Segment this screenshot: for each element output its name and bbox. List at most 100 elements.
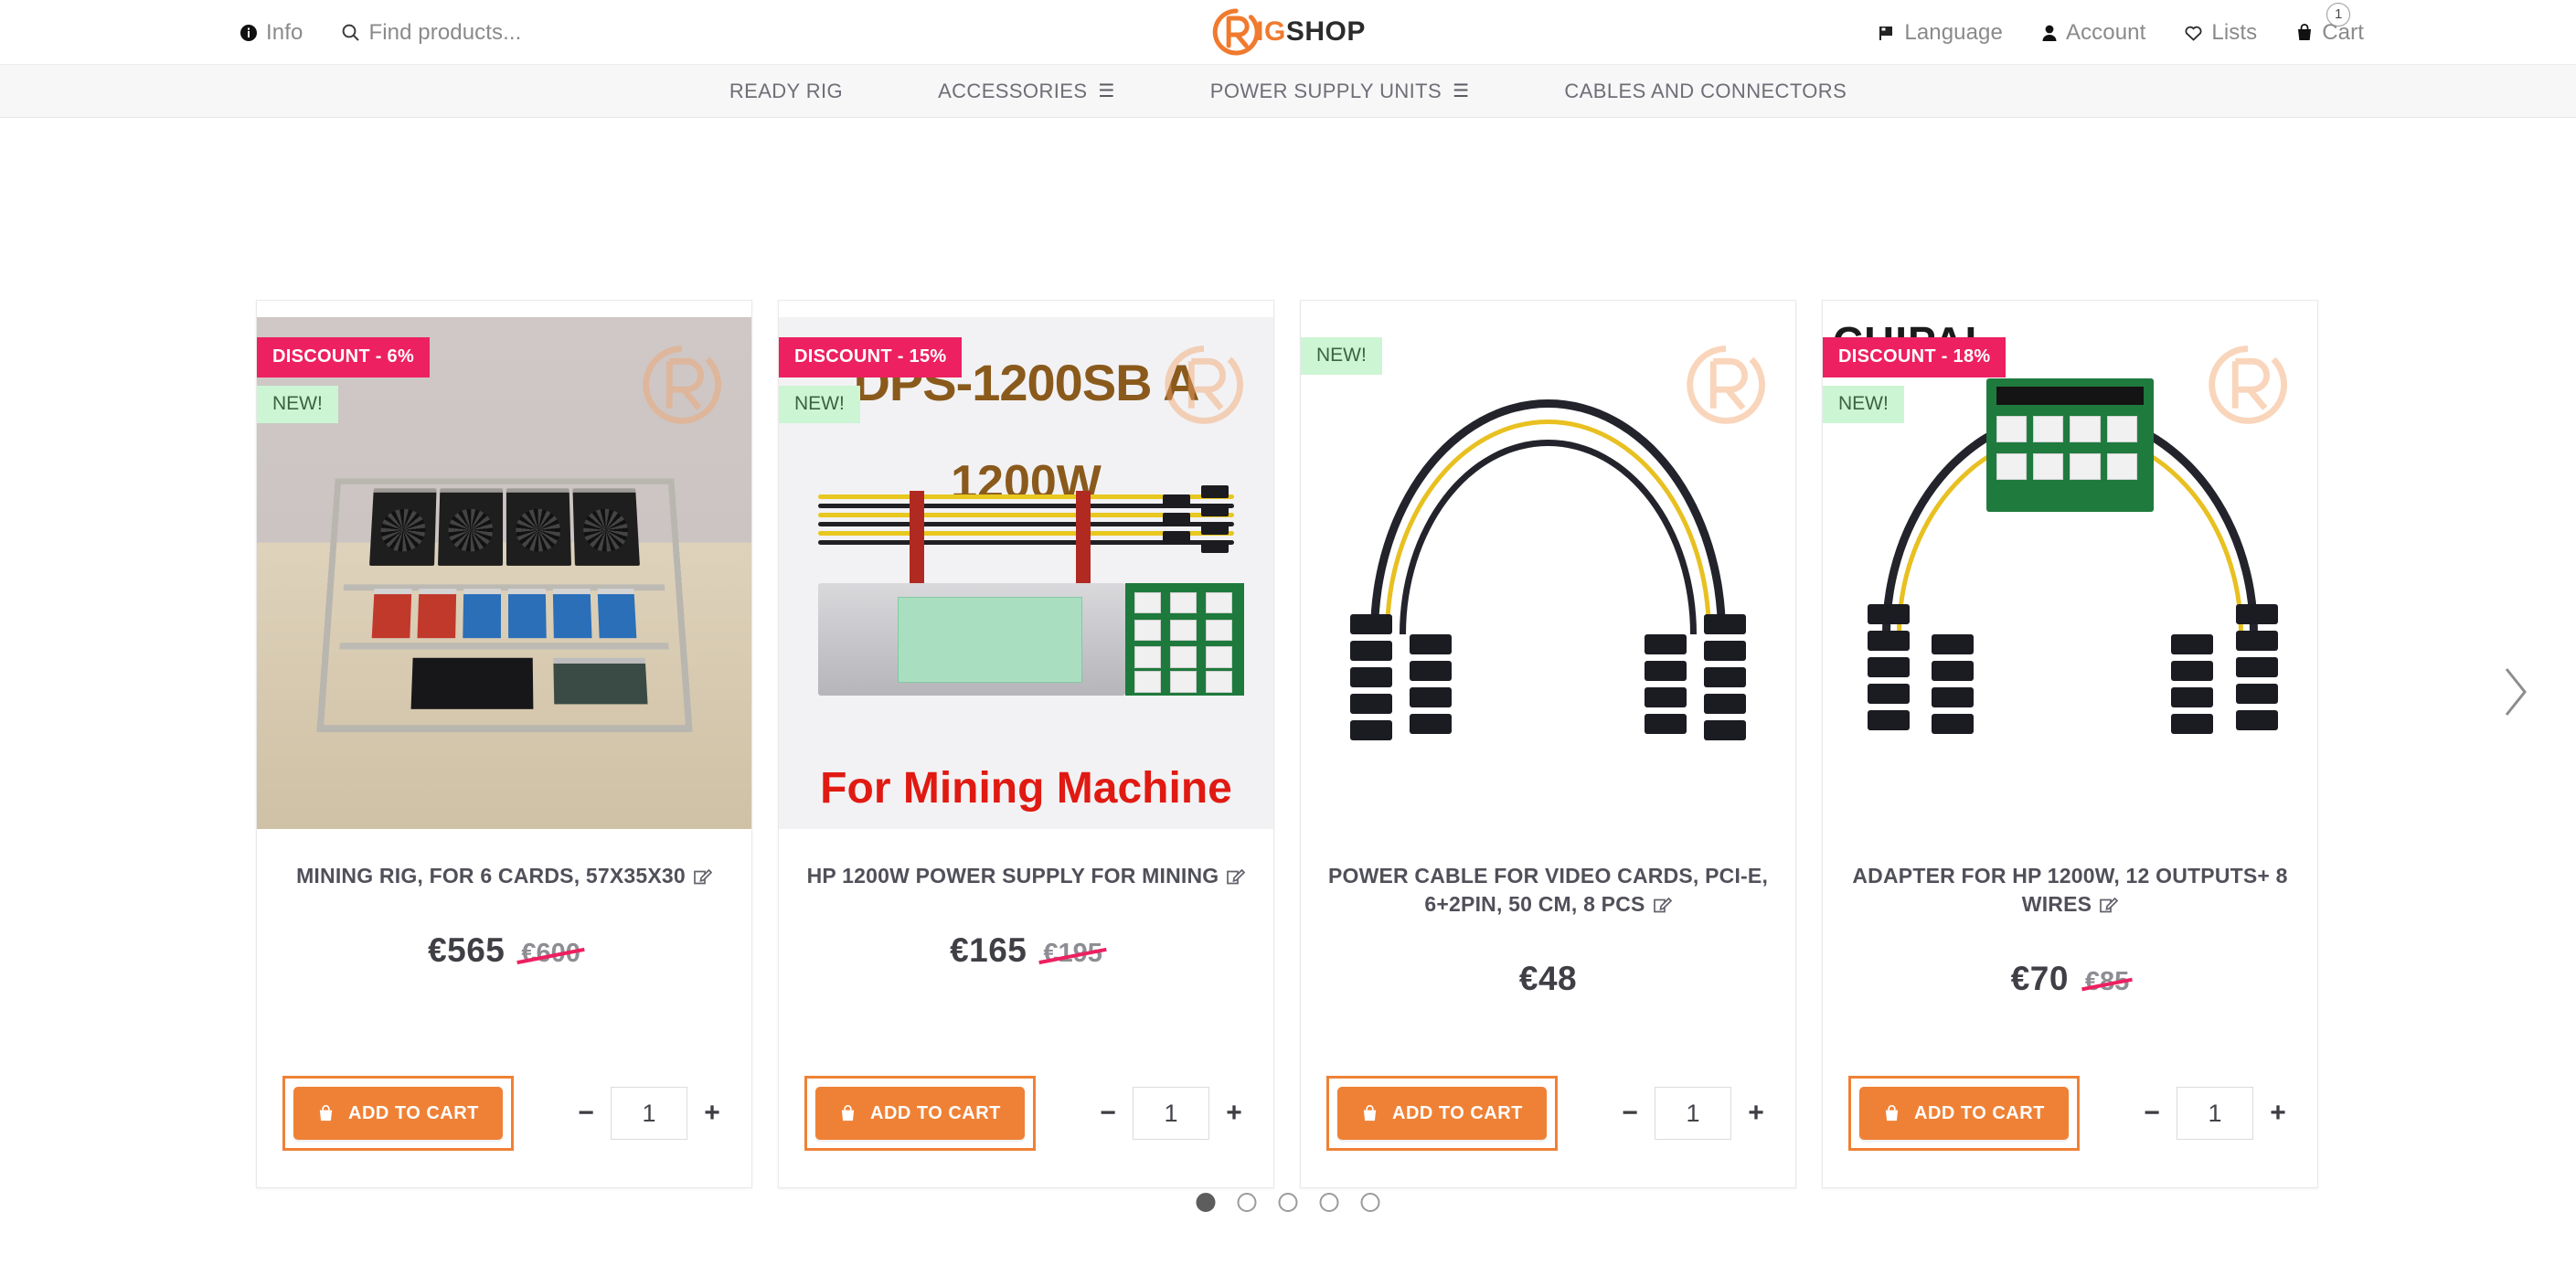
motherboard-graphic — [410, 657, 533, 709]
site-logo[interactable]: IG SHOP — [1210, 6, 1366, 58]
product-title[interactable]: MINING RIG, FOR 6 CARDS, 57X35X30 — [296, 862, 713, 893]
site-header: Info Find products... IG SHOP Language A… — [0, 0, 2576, 65]
quantity-stepper: − 1 + — [1098, 1087, 1244, 1140]
product-image-area[interactable]: DPS-1200SB A 1200W For Mining Machine DI… — [779, 317, 1273, 829]
search-icon — [341, 23, 360, 42]
nav-label: CABLES AND CONNECTORS — [1564, 79, 1847, 102]
account-link[interactable]: Account — [2041, 20, 2145, 46]
quantity-decrease-button[interactable]: − — [1620, 1100, 1640, 1127]
new-badge: NEW! — [779, 386, 860, 423]
product-info: ADAPTER FOR HP 1200W, 12 OUTPUTS+ 8 WIRE… — [1823, 829, 2317, 1187]
old-price: €600 — [521, 939, 580, 969]
cart-link[interactable]: Cart 1 — [2295, 2, 2364, 46]
quantity-decrease-button[interactable]: − — [2142, 1100, 2162, 1127]
search-link[interactable]: Find products... — [341, 20, 521, 46]
flag-icon — [1878, 24, 1896, 42]
carousel-dot-1[interactable] — [1196, 1193, 1216, 1212]
menu-burger-icon: ☰ — [1098, 80, 1115, 101]
product-card[interactable]: NEW! POWER CABLE FOR VIDEO CARDS, PCI-E,… — [1300, 300, 1796, 1188]
quantity-increase-button[interactable]: + — [1746, 1100, 1766, 1127]
quantity-decrease-button[interactable]: − — [576, 1100, 596, 1127]
product-carousel: DISCOUNT - 6% NEW! MINING RIG, FOR 6 CAR… — [0, 118, 2576, 1265]
add-to-cart-focus-ring: ADD TO CART — [1326, 1076, 1558, 1151]
quantity-input[interactable]: 1 — [611, 1087, 687, 1140]
add-to-cart-button[interactable]: ADD TO CART — [815, 1087, 1025, 1140]
add-to-cart-focus-ring: ADD TO CART — [282, 1076, 514, 1151]
product-image-area[interactable]: NEW! — [1301, 317, 1795, 829]
current-price: €48 — [1518, 960, 1578, 998]
edit-icon[interactable] — [1226, 865, 1246, 893]
nav-item-accessories[interactable]: ACCESSORIES ☰ — [890, 80, 1163, 103]
product-actions: ADD TO CART − 1 + — [1326, 1076, 1770, 1151]
product-badges: DISCOUNT - 18% NEW! — [1823, 337, 2007, 423]
old-price: €195 — [1043, 939, 1102, 969]
info-icon — [240, 24, 258, 42]
quantity-input[interactable]: 1 — [1133, 1087, 1209, 1140]
edit-icon[interactable] — [1653, 893, 1672, 921]
product-title[interactable]: HP 1200W POWER SUPPLY FOR MINING — [807, 862, 1246, 893]
edit-icon[interactable] — [2099, 893, 2119, 921]
nav-item-power-supply-units[interactable]: POWER SUPPLY UNITS ☰ — [1163, 80, 1517, 103]
current-price: €565 — [428, 931, 506, 970]
add-to-cart-button[interactable]: ADD TO CART — [293, 1087, 503, 1140]
product-card[interactable]: CHIPAL — [1822, 300, 2318, 1188]
product-image-area[interactable]: CHIPAL — [1823, 317, 2317, 829]
lists-link[interactable]: Lists — [2184, 20, 2257, 46]
rigshop-watermark-icon — [1682, 341, 1770, 429]
product-card[interactable]: DISCOUNT - 6% NEW! MINING RIG, FOR 6 CAR… — [256, 300, 752, 1188]
quantity-stepper: − 1 + — [2142, 1087, 2288, 1140]
new-badge: NEW! — [1823, 386, 1904, 423]
add-to-cart-button[interactable]: ADD TO CART — [1337, 1087, 1547, 1140]
quantity-decrease-button[interactable]: − — [1098, 1100, 1118, 1127]
plug-column-right — [1703, 613, 1746, 740]
quantity-input[interactable]: 1 — [1655, 1087, 1731, 1140]
product-title[interactable]: ADAPTER FOR HP 1200W, 12 OUTPUTS+ 8 WIRE… — [1848, 862, 2292, 921]
carousel-dot-2[interactable] — [1237, 1193, 1257, 1212]
plug-column-right — [2235, 603, 2278, 730]
old-price: €85 — [2084, 967, 2130, 997]
rigshop-watermark-icon — [638, 341, 726, 429]
chevron-right-icon — [2505, 667, 2527, 716]
discount-badge: DISCOUNT - 18% — [1823, 337, 2007, 377]
nav-item-cables-and-connectors[interactable]: CABLES AND CONNECTORS — [1517, 80, 1894, 103]
product-actions: ADD TO CART − 1 + — [282, 1076, 726, 1151]
rig-frame-graphic — [316, 478, 692, 732]
product-title-text: MINING RIG, FOR 6 CARDS, 57X35X30 — [296, 864, 686, 888]
quantity-input[interactable]: 1 — [2177, 1087, 2253, 1140]
nav-label: READY RIG — [729, 79, 844, 102]
product-card-list: DISCOUNT - 6% NEW! MINING RIG, FOR 6 CAR… — [256, 300, 2318, 1188]
quantity-increase-button[interactable]: + — [702, 1100, 722, 1127]
product-actions: ADD TO CART − 1 + — [1848, 1076, 2292, 1151]
nav-item-ready-rig[interactable]: READY RIG — [682, 80, 890, 103]
product-info: POWER CABLE FOR VIDEO CARDS, PCI-E, 6+2P… — [1301, 829, 1795, 1187]
header-right-links: Language Account Lists Cart 1 — [1878, 0, 2364, 65]
carousel-dot-4[interactable] — [1319, 1193, 1339, 1212]
rigshop-watermark-icon — [2204, 341, 2292, 429]
product-title[interactable]: POWER CABLE FOR VIDEO CARDS, PCI-E, 6+2P… — [1326, 862, 1770, 921]
product-card[interactable]: DPS-1200SB A 1200W For Mining Machine DI… — [778, 300, 1274, 1188]
cart-count-badge: 1 — [2326, 2, 2351, 27]
language-label: Language — [1904, 19, 2003, 45]
shopping-bag-icon — [1361, 1104, 1378, 1122]
carousel-dot-3[interactable] — [1278, 1193, 1298, 1212]
heart-icon — [2184, 24, 2203, 42]
language-link[interactable]: Language — [1878, 20, 2003, 46]
edit-icon[interactable] — [693, 865, 713, 893]
info-link[interactable]: Info — [240, 20, 303, 46]
carousel-next-button[interactable] — [2488, 651, 2543, 733]
quantity-increase-button[interactable]: + — [1224, 1100, 1244, 1127]
plug-column-right-2 — [1644, 634, 1687, 735]
logo-text-shop: SHOP — [1285, 16, 1366, 47]
breakout-board-graphic — [1124, 583, 1244, 696]
add-to-cart-label: ADD TO CART — [1392, 1102, 1523, 1123]
rig-shelf-graphic — [339, 643, 669, 650]
breakout-board-graphic — [1985, 378, 2155, 512]
carousel-dot-5[interactable] — [1360, 1193, 1380, 1212]
quantity-increase-button[interactable]: + — [2268, 1100, 2288, 1127]
add-to-cart-button[interactable]: ADD TO CART — [1859, 1087, 2069, 1140]
cable-bundle-graphic — [818, 484, 1234, 589]
new-badge: NEW! — [1301, 337, 1382, 375]
product-image-area[interactable]: DISCOUNT - 6% NEW! — [257, 317, 751, 829]
product-badges: DISCOUNT - 15% NEW! — [779, 337, 963, 423]
riser-row-graphic — [371, 589, 637, 638]
